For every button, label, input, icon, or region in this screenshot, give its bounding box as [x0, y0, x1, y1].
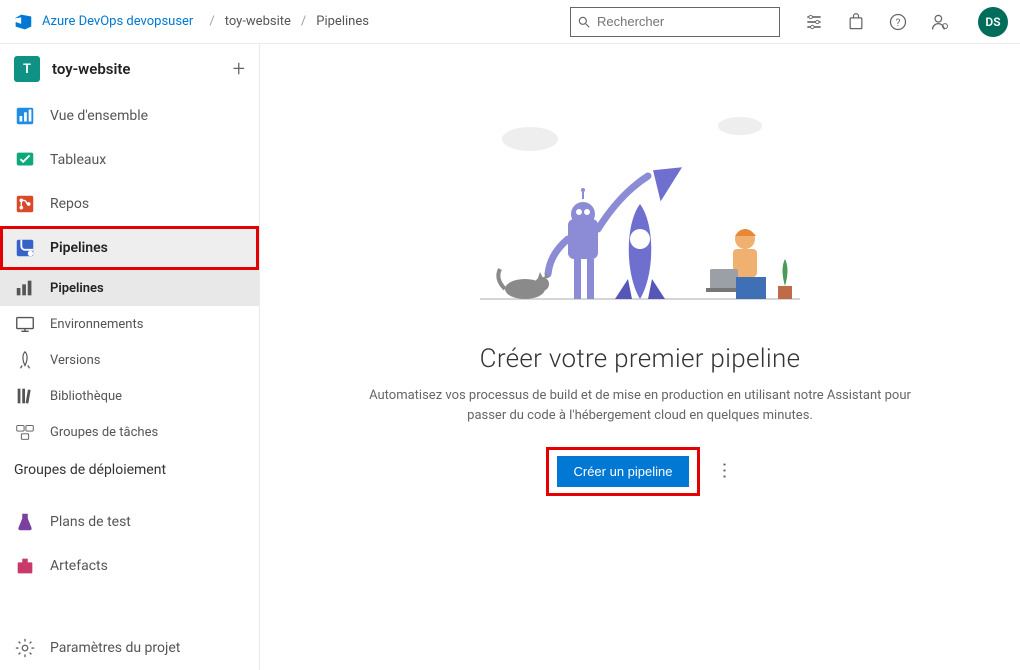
- library-icon: [14, 387, 36, 405]
- sidebar-item-testplans[interactable]: Plans de test: [0, 500, 259, 544]
- search-box[interactable]: [570, 7, 780, 37]
- subnav-item-library[interactable]: Bibliothèque: [0, 378, 259, 414]
- project-badge: T: [14, 56, 40, 82]
- user-settings-icon[interactable]: [930, 12, 950, 32]
- sidebar-item-artifacts[interactable]: Artefacts: [0, 544, 259, 588]
- breadcrumb-section[interactable]: Pipelines: [316, 14, 369, 29]
- releases-icon: [14, 351, 36, 369]
- sidebar-item-pipelines[interactable]: Pipelines: [0, 226, 259, 270]
- subnav-label: Environnements: [50, 317, 143, 332]
- subnav-label: Bibliothèque: [50, 389, 122, 404]
- sidebar-item-overview[interactable]: Vue d'ensemble: [0, 94, 259, 138]
- sidebar-item-label: Repos: [50, 196, 89, 212]
- breadcrumb-project[interactable]: toy-website: [225, 14, 291, 29]
- taskgroups-icon: [14, 423, 36, 441]
- project-name: toy-website: [52, 60, 233, 78]
- breadcrumb-separator: /: [209, 14, 214, 29]
- subnav-label: Versions: [50, 353, 100, 368]
- empty-state-title: Créer votre premier pipeline: [480, 344, 801, 374]
- boards-icon: [14, 149, 36, 171]
- avatar[interactable]: DS: [978, 7, 1008, 37]
- empty-state-illustration: [470, 104, 810, 324]
- sidebar-item-boards[interactable]: Tableaux: [0, 138, 259, 182]
- plus-icon[interactable]: +: [233, 57, 245, 82]
- subnav-label: Pipelines: [50, 281, 104, 296]
- main-content: Créer votre premier pipeline Automatisez…: [260, 44, 1020, 670]
- create-pipeline-button[interactable]: Créer un pipeline: [557, 456, 688, 487]
- subnav-label: Groupes de tâches: [50, 425, 158, 440]
- more-options-icon[interactable]: ⋯: [713, 462, 734, 482]
- environments-icon: [14, 315, 36, 333]
- subnav-item-environments[interactable]: Environnements: [0, 306, 259, 342]
- artifacts-icon: [14, 555, 36, 577]
- sidebar-item-repos[interactable]: Repos: [0, 182, 259, 226]
- help-icon[interactable]: ?: [888, 12, 908, 32]
- sidebar-item-label: Tableaux: [50, 152, 106, 168]
- testplans-icon: [14, 511, 36, 533]
- overview-icon: [14, 105, 36, 127]
- pipelines-sub-icon: [14, 279, 36, 297]
- project-header[interactable]: T toy-website +: [0, 44, 259, 94]
- sidebar-item-label: Artefacts: [50, 558, 108, 574]
- breadcrumb-separator: /: [301, 14, 306, 29]
- azure-devops-logo-icon[interactable]: [12, 11, 34, 33]
- svg-text:?: ?: [896, 18, 901, 29]
- sidebar-item-settings[interactable]: Paramètres du projet: [0, 626, 259, 670]
- sidebar-item-label: Vue d'ensemble: [50, 108, 148, 124]
- subnav-item-deploymentgroups[interactable]: Groupes de déploiement: [0, 450, 259, 490]
- filter-icon[interactable]: [804, 12, 824, 32]
- search-input[interactable]: [597, 14, 773, 29]
- top-bar: Azure DevOps devopsuser / toy-website / …: [0, 0, 1020, 44]
- cta-highlight-box: Créer un pipeline: [546, 447, 699, 496]
- empty-state-subtitle: Automatisez vos processus de build et de…: [360, 386, 920, 425]
- subnav-label: Groupes de déploiement: [14, 462, 166, 478]
- search-icon: [577, 14, 591, 30]
- repos-icon: [14, 193, 36, 215]
- sidebar-item-label: Plans de test: [50, 514, 131, 530]
- subnav-item-pipelines[interactable]: Pipelines: [0, 270, 259, 306]
- sidebar: T toy-website + Vue d'ensemble Tableaux: [0, 44, 260, 670]
- gear-icon: [14, 637, 36, 659]
- sidebar-item-label: Pipelines: [50, 240, 108, 256]
- marketplace-icon[interactable]: [846, 12, 866, 32]
- sidebar-item-label: Paramètres du projet: [50, 640, 180, 656]
- subnav-item-releases[interactable]: Versions: [0, 342, 259, 378]
- org-link[interactable]: Azure DevOps devopsuser: [42, 14, 193, 29]
- pipelines-icon: [14, 237, 36, 259]
- subnav-item-taskgroups[interactable]: Groupes de tâches: [0, 414, 259, 450]
